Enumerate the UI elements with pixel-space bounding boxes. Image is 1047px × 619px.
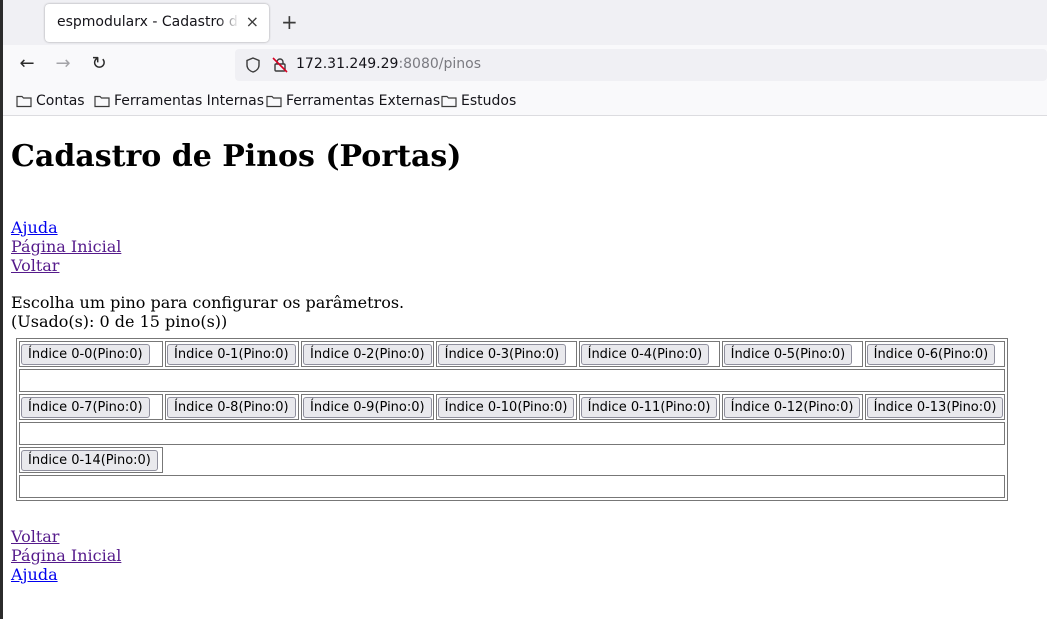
home-link[interactable]: Página Inicial [11, 546, 121, 565]
url-host: 172.31.249.29 [296, 56, 399, 72]
folder-icon [94, 95, 110, 108]
back-link[interactable]: Voltar [11, 527, 121, 546]
bookmark-label: Estudos [461, 93, 517, 109]
pin-button[interactable]: Índice 0-9(Pino:0) [303, 397, 432, 418]
pin-button[interactable]: Índice 0-10(Pino:0) [437, 397, 575, 418]
pin-button[interactable]: Índice 0-14(Pino:0) [21, 450, 158, 471]
bookmark-label: Ferramentas Internas [114, 93, 265, 109]
reload-icon[interactable]: ↻ [86, 51, 112, 77]
pin-button[interactable]: Índice 0-7(Pino:0) [21, 397, 150, 418]
pin-button[interactable]: Índice 0-2(Pino:0) [303, 344, 432, 365]
url-path: :8080/pinos [398, 56, 482, 72]
bookmark-folder-ferramentas-internas[interactable]: Ferramentas Internas [94, 91, 264, 111]
pin-button[interactable]: Índice 0-0(Pino:0) [21, 344, 150, 365]
pin-cell: Índice 0-4(Pino:0) [578, 341, 720, 367]
folder-icon [16, 95, 32, 108]
pin-cell: Índice 0-5(Pino:0) [721, 341, 863, 367]
folder-icon [266, 95, 282, 108]
pins-row: Índice 0-7(Pino:0) Índice 0-8(Pino:0) Ín… [19, 394, 1006, 420]
url-text[interactable]: 172.31.249.29:8080/pinos [296, 56, 481, 72]
pin-cell: Índice 0-1(Pino:0) [165, 341, 299, 367]
bookmark-folder-estudos[interactable]: Estudos [441, 91, 516, 111]
pin-cell: Índice 0-8(Pino:0) [165, 394, 299, 420]
bookmark-label: Contas [36, 93, 85, 109]
bottom-links: Voltar Página Inicial Ajuda [11, 527, 121, 584]
new-tab-icon[interactable]: + [281, 10, 298, 34]
shield-icon[interactable] [244, 56, 262, 74]
empty-cell [165, 447, 1005, 473]
pin-button[interactable]: Índice 0-8(Pino:0) [167, 397, 296, 418]
pin-button[interactable]: Índice 0-6(Pino:0) [866, 344, 996, 365]
bookmark-label: Ferramentas Externas [286, 93, 441, 109]
page-title: Cadastro de Pinos (Portas) [11, 139, 462, 174]
tab-strip: espmodularx - Cadastro do Módulo × + [3, 0, 1047, 45]
pins-detail-row [19, 475, 1006, 498]
instructions: Escolha um pino para configurar os parâm… [11, 293, 404, 331]
bookmark-folder-contas[interactable]: Contas [16, 91, 85, 111]
back-arrow-icon[interactable]: ← [14, 51, 40, 77]
top-links: Ajuda Página Inicial Voltar [11, 218, 121, 275]
pin-cell: Índice 0-12(Pino:0) [721, 394, 863, 420]
usage-count: (Usado(s): 0 de 15 pino(s)) [11, 312, 228, 331]
pin-button[interactable]: Índice 0-5(Pino:0) [723, 344, 853, 365]
pin-cell: Índice 0-11(Pino:0) [578, 394, 720, 420]
pin-cell: Índice 0-9(Pino:0) [301, 394, 434, 420]
bookmark-folder-ferramentas-externas[interactable]: Ferramentas Externas [266, 91, 440, 111]
pin-cell: Índice 0-3(Pino:0) [435, 341, 577, 367]
help-link[interactable]: Ajuda [11, 565, 121, 584]
pin-cell: Índice 0-0(Pino:0) [19, 341, 163, 367]
page-content: Cadastro de Pinos (Portas) Ajuda Página … [11, 117, 1044, 617]
insecure-lock-icon[interactable] [271, 56, 289, 74]
active-tab[interactable]: espmodularx - Cadastro do Módulo × [45, 4, 269, 42]
forward-arrow-icon[interactable]: → [50, 51, 76, 77]
back-link[interactable]: Voltar [11, 256, 121, 275]
help-link[interactable]: Ajuda [11, 218, 121, 237]
folder-icon [441, 95, 457, 108]
navigation-toolbar: ← → ↻ 172.31.249.29:8080/pinos [3, 45, 1047, 85]
pin-cell: Índice 0-6(Pino:0) [864, 341, 1006, 367]
pins-row: Índice 0-0(Pino:0) Índice 0-1(Pino:0) Ín… [19, 341, 1006, 367]
pins-detail-cell [19, 369, 1006, 392]
home-link[interactable]: Página Inicial [11, 237, 121, 256]
pins-detail-row [19, 422, 1006, 445]
pin-button[interactable]: Índice 0-4(Pino:0) [580, 344, 710, 365]
instruction-text: Escolha um pino para configurar os parâm… [11, 293, 405, 312]
tab-title: espmodularx - Cadastro do Módulo [57, 14, 239, 30]
pin-button[interactable]: Índice 0-3(Pino:0) [437, 344, 567, 365]
pin-cell: Índice 0-14(Pino:0) [19, 447, 163, 473]
pins-table: Índice 0-0(Pino:0) Índice 0-1(Pino:0) Ín… [16, 338, 1009, 501]
pin-cell: Índice 0-7(Pino:0) [19, 394, 163, 420]
pin-button[interactable]: Índice 0-12(Pino:0) [723, 397, 861, 418]
pin-button[interactable]: Índice 0-13(Pino:0) [866, 397, 1004, 418]
address-bar[interactable]: 172.31.249.29:8080/pinos [235, 49, 1047, 81]
pins-detail-cell [19, 475, 1006, 498]
pins-row: Índice 0-14(Pino:0) [19, 447, 1005, 473]
pin-button[interactable]: Índice 0-1(Pino:0) [167, 344, 296, 365]
close-tab-icon[interactable]: × [246, 12, 259, 31]
pin-cell: Índice 0-2(Pino:0) [301, 341, 434, 367]
bookmarks-toolbar: Contas Ferramentas Internas Ferramentas … [3, 85, 1047, 116]
pin-button[interactable]: Índice 0-11(Pino:0) [580, 397, 718, 418]
pin-cell: Índice 0-13(Pino:0) [864, 394, 1006, 420]
pins-detail-cell [19, 422, 1006, 445]
pin-cell: Índice 0-10(Pino:0) [435, 394, 577, 420]
pins-detail-row [19, 369, 1006, 392]
